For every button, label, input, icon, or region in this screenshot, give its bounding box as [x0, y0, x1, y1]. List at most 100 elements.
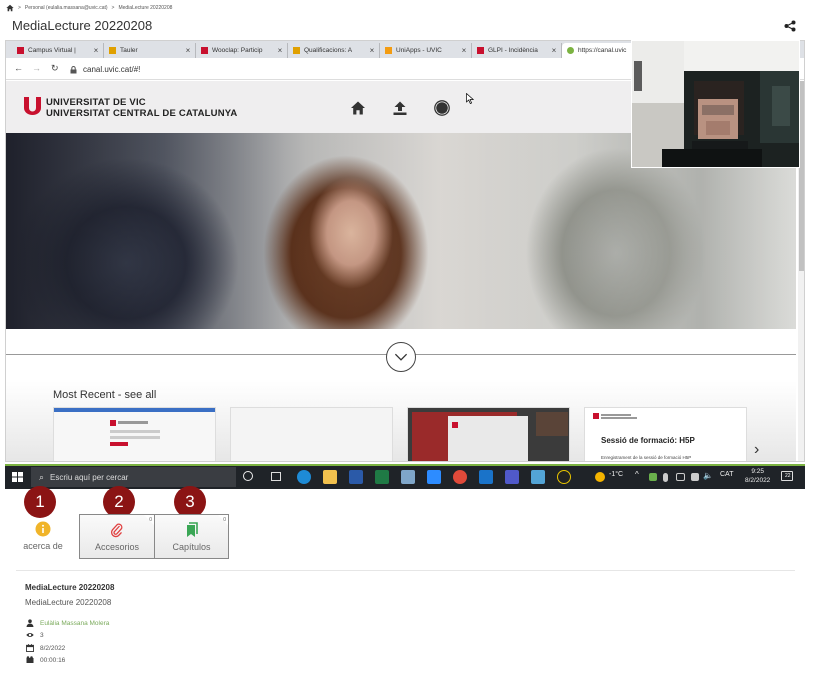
breadcrumb-separator: > — [18, 5, 21, 11]
recent-thumbnail[interactable] — [230, 407, 393, 461]
app-icon[interactable] — [401, 470, 415, 484]
progress-strip — [5, 464, 805, 466]
page-title: MediaLecture 20220208 — [12, 18, 153, 33]
chrome-icon[interactable] — [453, 470, 467, 484]
author-link[interactable]: Eulàlia Massana Molera — [40, 620, 109, 627]
app-icon[interactable] — [557, 470, 571, 484]
webcam-image — [632, 41, 799, 167]
notification-count: 22 — [785, 473, 791, 479]
chevron-down-icon[interactable] — [386, 342, 416, 372]
browser-tab[interactable]: GLPI - Incidència × — [472, 43, 562, 58]
media-title: MediaLecture 20220208 — [25, 583, 115, 592]
tab-chapters-label: Capítulos — [172, 542, 211, 552]
record-icon[interactable] — [434, 100, 450, 116]
windows-taskbar: ⌕ Escriu aquí per cercar -1°C ^ 🔈 CAT 9:… — [5, 464, 805, 489]
upload-icon[interactable] — [392, 100, 408, 116]
recent-thumbnail[interactable]: Sessió de formació: H5P Enregistrament d… — [584, 407, 747, 461]
widgets-icon[interactable] — [271, 472, 281, 481]
breadcrumb-item-current: MediaLecture 20220208 — [118, 5, 173, 11]
close-tab-icon[interactable]: × — [550, 46, 558, 55]
tab-chapters[interactable]: 0 Capítulos — [154, 514, 229, 559]
file-explorer-icon[interactable] — [323, 470, 337, 484]
notification-icon[interactable]: 22 — [781, 471, 793, 481]
browser-tab[interactable]: UniApps - UVIC × — [380, 43, 472, 58]
meta-duration: 00:00:16 — [26, 655, 65, 665]
weather-temp[interactable]: -1°C — [609, 471, 623, 478]
browser-tab-label: Wooclap: Particip — [212, 47, 263, 54]
views-count: 3 — [40, 631, 44, 639]
tab-favicon-icon — [477, 47, 484, 54]
browser-tab[interactable]: Qualificacions: A × — [288, 43, 380, 58]
back-icon[interactable]: ← — [14, 63, 23, 73]
weather-icon[interactable] — [595, 472, 605, 482]
speaker-icon[interactable]: 🔈 — [703, 471, 713, 480]
tab-favicon-icon — [201, 47, 208, 54]
media-description: MediaLecture 20220208 — [25, 598, 112, 607]
battery-icon[interactable] — [676, 473, 685, 481]
paperclip-icon — [110, 523, 123, 538]
duration-value: 00:00:16 — [40, 656, 66, 664]
tab-favicon-icon — [567, 47, 574, 54]
reload-icon[interactable]: ↻ — [51, 63, 59, 74]
tray-app-icon[interactable] — [649, 473, 657, 481]
zoom-icon[interactable] — [427, 470, 441, 484]
webcam-overlay — [631, 40, 800, 168]
microphone-icon[interactable] — [663, 473, 668, 482]
forward-icon[interactable]: → — [32, 63, 41, 73]
logo-line-2: UNIVERSITAT CENTRAL DE CATALUNYA — [46, 108, 238, 119]
taskview-icon[interactable] — [243, 471, 253, 481]
tab-attachments-label: Accesorios — [94, 542, 139, 552]
user-icon — [26, 619, 34, 627]
carousel-next-icon[interactable]: › — [754, 441, 759, 459]
close-tab-icon[interactable]: × — [368, 46, 376, 55]
recent-thumbnail[interactable] — [407, 407, 570, 461]
browser-tab-label: UniApps - UVIC — [396, 47, 442, 54]
date-value: 8/2/2022 — [40, 644, 66, 652]
browser-tab[interactable]: Wooclap: Particip × — [196, 43, 288, 58]
recent-thumbnail[interactable] — [53, 407, 216, 461]
breadcrumb-item-personal[interactable]: Personal (eulalia.massana@uvic.cat) — [25, 5, 108, 11]
home-icon[interactable] — [6, 4, 14, 12]
clock-time: 9:25 — [751, 468, 764, 475]
word-icon[interactable] — [349, 470, 363, 484]
chevron-up-icon[interactable]: ^ — [635, 470, 639, 479]
uvic-logo-icon[interactable] — [24, 97, 41, 115]
calendar-icon — [26, 644, 34, 652]
outlook-icon[interactable] — [479, 470, 493, 484]
tab-favicon-icon — [385, 47, 392, 54]
share-icon[interactable] — [784, 20, 796, 32]
thumbnail-subtitle: Enregistrament de la sessió de formació … — [601, 455, 692, 460]
url-field[interactable]: canal.uvic.cat/#! — [70, 63, 140, 76]
breadcrumb-separator: > — [111, 5, 115, 11]
close-tab-icon[interactable]: × — [184, 46, 192, 55]
tab-count-badge: 0 — [223, 517, 226, 523]
home-icon[interactable] — [350, 100, 366, 116]
language-indicator[interactable]: CAT — [720, 471, 733, 478]
display-icon[interactable] — [691, 473, 699, 481]
taskbar-search[interactable]: ⌕ Escriu aquí per cercar — [31, 467, 236, 487]
browser-tab-active[interactable]: https://canal.uvic — [562, 43, 642, 58]
info-icon — [35, 521, 51, 537]
content-divider — [16, 570, 795, 571]
tab-about[interactable]: acerca de — [8, 514, 78, 559]
browser-tab[interactable]: Campus Virtual | × — [12, 43, 104, 58]
clock[interactable]: 9:25 8/2/2022 — [745, 467, 770, 485]
meta-views: 3 — [26, 630, 44, 640]
breadcrumb: > Personal (eulalia.massana@uvic.cat) > … — [6, 3, 172, 13]
teams-icon[interactable] — [505, 470, 519, 484]
edge-icon[interactable] — [297, 470, 311, 484]
close-tab-icon[interactable]: × — [460, 46, 468, 55]
close-tab-icon[interactable]: × — [276, 46, 284, 55]
browser-tab[interactable]: Tauler × — [104, 43, 196, 58]
clock-date: 8/2/2022 — [745, 477, 771, 484]
onedrive-icon[interactable] — [531, 470, 545, 484]
meta-date: 8/2/2022 — [26, 643, 65, 653]
excel-icon[interactable] — [375, 470, 389, 484]
close-tab-icon[interactable]: × — [92, 46, 100, 55]
recent-title[interactable]: Most Recent - see all — [53, 389, 156, 401]
page: > Personal (eulalia.massana@uvic.cat) > … — [0, 0, 816, 677]
tab-attachments[interactable]: 0 Accesorios — [79, 514, 155, 559]
browser-tab-label: Qualificacions: A — [304, 47, 353, 54]
eye-icon — [26, 633, 34, 637]
windows-start-icon[interactable] — [12, 472, 23, 482]
